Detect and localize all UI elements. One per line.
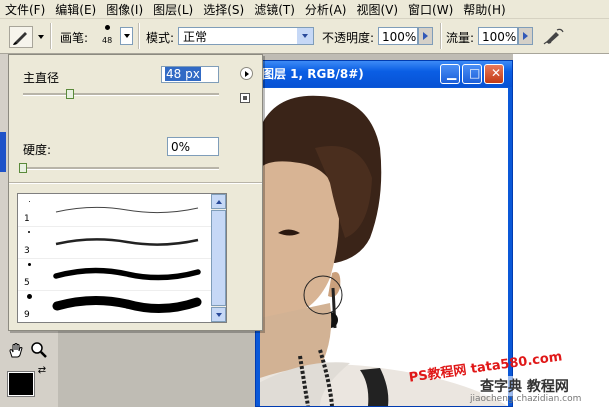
brush-preset-item[interactable]: 1: [18, 194, 212, 227]
arrow-up-icon: [215, 199, 222, 204]
watermark-url: jiaocheng.chazidian.com: [470, 394, 582, 404]
brush-preset-item[interactable]: 3: [18, 226, 212, 259]
brush-preview[interactable]: 48: [100, 24, 116, 48]
menu-bar: 文件(F) 编辑(E) 图像(I) 图层(L) 选择(S) 滤镜(T) 分析(A…: [0, 0, 609, 19]
brush-stroke-preview: [55, 238, 199, 246]
mode-label: 模式:: [146, 31, 175, 45]
chevron-down-icon: [123, 34, 130, 38]
tool-preset-picker[interactable]: [9, 26, 33, 48]
flow-input[interactable]: 100%: [478, 27, 518, 45]
menu-edit[interactable]: 编辑(E): [50, 1, 101, 18]
brush-preset-item[interactable]: 9: [18, 290, 212, 322]
brush-list-scrollbar[interactable]: [211, 194, 226, 322]
hardness-value: 0%: [171, 140, 191, 154]
image-window-title: 图层 1, RGB/8#): [262, 67, 364, 81]
diameter-input[interactable]: 48 px: [165, 67, 201, 81]
brush-tip-icon: [27, 294, 32, 299]
hand-icon: [9, 343, 23, 358]
flow-slider-button[interactable]: [518, 27, 533, 45]
chevron-down-icon: [297, 28, 313, 44]
maximize-icon: □: [469, 66, 481, 80]
airbrush-toggle[interactable]: [542, 26, 566, 46]
menu-file[interactable]: 文件(F): [0, 1, 50, 18]
panel-divider: [9, 182, 262, 184]
brush-stroke-preview: [53, 267, 201, 281]
menu-select[interactable]: 选择(S): [198, 1, 249, 18]
hardness-input[interactable]: 0%: [167, 137, 219, 156]
menu-analysis[interactable]: 分析(A): [300, 1, 352, 18]
brush-preset-item[interactable]: 5: [18, 258, 212, 291]
brush-picker-button[interactable]: [120, 27, 133, 45]
brush-preset-number: 3: [24, 246, 30, 256]
image-window-titlebar[interactable]: 图层 1, RGB/8#) ▁ □ ✕: [256, 61, 512, 87]
arrow-right-icon: [523, 32, 528, 40]
tool-preset-dropdown[interactable]: [38, 35, 44, 39]
brush-tip-icon: [28, 263, 31, 266]
menu-image[interactable]: 图像(I): [101, 1, 148, 18]
menu-window[interactable]: 窗口(W): [403, 1, 458, 18]
options-bar: 画笔: 48 模式: 正常 不透明度: 100% 流量: 100%: [0, 19, 609, 54]
minimize-button[interactable]: ▁: [440, 64, 460, 84]
hand-tool[interactable]: [7, 341, 25, 359]
opacity-value: 100%: [382, 30, 417, 44]
maximize-button[interactable]: □: [462, 64, 482, 84]
hardness-slider-track[interactable]: [23, 167, 219, 170]
brush-stroke-preview: [55, 206, 199, 214]
opacity-slider-button[interactable]: [418, 27, 433, 45]
zoom-icon: [31, 342, 47, 358]
arrow-right-icon: [423, 32, 428, 40]
image-window: 图层 1, RGB/8#) ▁ □ ✕: [255, 60, 513, 407]
brush-preset-number: 5: [24, 278, 30, 288]
diameter-slider-track[interactable]: [23, 93, 219, 96]
minimize-icon: ▁: [447, 66, 457, 80]
hardness-slider-thumb[interactable]: [19, 163, 27, 173]
airbrush-icon: [543, 28, 564, 45]
watermark-site: 查字典 教程网: [480, 376, 569, 396]
panel-menu-button[interactable]: [240, 67, 253, 80]
flow-label: 流量:: [446, 31, 475, 45]
scroll-down-button[interactable]: [211, 307, 226, 322]
mode-select[interactable]: 正常: [178, 27, 314, 45]
reset-size-button[interactable]: [240, 93, 250, 103]
chevron-down-icon: [38, 35, 44, 39]
brush-preset-panel: 主直径 48 px 硬度: 0% 1 3 5 9: [8, 54, 263, 331]
panel-menu-icon: [244, 70, 249, 77]
swap-colors-button[interactable]: ⇄: [36, 365, 48, 377]
close-button[interactable]: ✕: [484, 64, 504, 84]
mode-value: 正常: [183, 30, 208, 44]
diameter-slider-thumb[interactable]: [66, 89, 75, 99]
close-icon: ✕: [491, 66, 502, 80]
brush-stroke-preview: [52, 295, 202, 314]
menu-help[interactable]: 帮助(H): [458, 1, 510, 18]
flow-value: 100%: [482, 30, 517, 44]
brush-label: 画笔:: [60, 31, 89, 45]
hardness-label: 硬度:: [23, 143, 52, 157]
brush-preset-number: 1: [24, 214, 30, 224]
brush-dot-icon: [105, 25, 110, 30]
toolbox-accent: [0, 132, 6, 172]
diameter-label: 主直径: [23, 71, 60, 85]
brush-icon: [13, 32, 27, 45]
brush-size-label: 48: [102, 36, 113, 45]
arrow-down-icon: [215, 312, 222, 317]
scroll-up-button[interactable]: [211, 194, 226, 209]
opacity-label: 不透明度:: [322, 31, 375, 45]
zoom-tool[interactable]: [30, 341, 48, 359]
opacity-input[interactable]: 100%: [378, 27, 418, 45]
foreground-color-swatch[interactable]: [7, 371, 35, 397]
reset-size-icon: [243, 96, 247, 100]
brush-preset-number: 9: [24, 310, 30, 320]
brush-tip-icon: [28, 231, 30, 233]
menu-view[interactable]: 视图(V): [351, 1, 403, 18]
brush-tip-icon: [29, 201, 30, 202]
menu-filter[interactable]: 滤镜(T): [249, 1, 300, 18]
brush-preset-list: 1 3 5 9: [17, 193, 227, 323]
menu-layer[interactable]: 图层(L): [148, 1, 198, 18]
swap-colors-icon: ⇄: [37, 365, 47, 376]
scroll-thumb[interactable]: [211, 210, 226, 306]
